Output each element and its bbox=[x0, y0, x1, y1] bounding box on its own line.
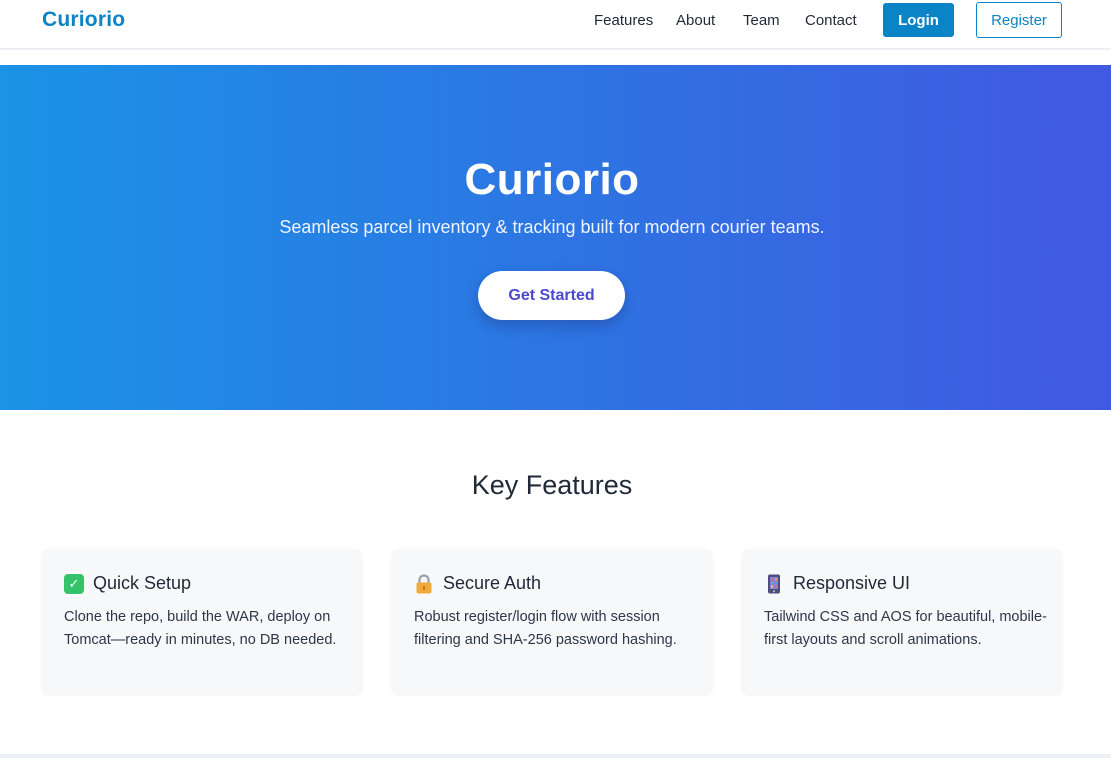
feature-card-quick-setup: ✓ Quick Setup Clone the repo, build the … bbox=[42, 549, 362, 694]
nav-link-team[interactable]: Team bbox=[743, 12, 780, 29]
feature-card-description: Robust register/login flow with session … bbox=[414, 609, 677, 648]
hero-subtitle: Seamless parcel inventory & tracking bui… bbox=[279, 217, 825, 237]
mobile-phone-icon bbox=[764, 574, 784, 594]
hero-section: Curiorio Seamless parcel inventory & tra… bbox=[0, 65, 1111, 410]
feature-card-title: Quick Setup bbox=[93, 573, 192, 593]
nav-link-about[interactable]: About bbox=[676, 12, 715, 29]
feature-card-description: Clone the repo, build the WAR, deploy on… bbox=[64, 609, 337, 648]
feature-card-title: Secure Auth bbox=[443, 573, 542, 593]
login-button[interactable]: Login bbox=[883, 3, 954, 37]
feature-card-header: Responsive UI bbox=[764, 573, 910, 594]
get-started-button[interactable]: Get Started bbox=[478, 271, 625, 320]
feature-card-responsive-ui: Responsive UI Tailwind CSS and AOS for b… bbox=[742, 549, 1062, 694]
nav-link-features[interactable]: Features bbox=[594, 12, 653, 29]
lock-icon bbox=[414, 573, 434, 594]
feature-card-secure-auth: Secure Auth Robust register/login flow w… bbox=[392, 549, 712, 694]
brand-logo[interactable]: Curiorio bbox=[42, 8, 125, 32]
footer-divider bbox=[0, 754, 1111, 758]
feature-card-header: Secure Auth bbox=[414, 573, 541, 594]
feature-card-header: ✓ Quick Setup bbox=[64, 573, 191, 594]
hero-title: Curiorio bbox=[464, 155, 640, 204]
register-button[interactable]: Register bbox=[976, 2, 1062, 38]
check-mark-icon: ✓ bbox=[64, 573, 84, 594]
nav-link-contact[interactable]: Contact bbox=[805, 12, 857, 29]
feature-card-description: Tailwind CSS and AOS for beautiful, mobi… bbox=[764, 609, 1047, 648]
feature-card-title: Responsive UI bbox=[793, 573, 911, 593]
top-navbar: Curiorio Features About Team Contact Log… bbox=[0, 0, 1111, 50]
features-heading: Key Features bbox=[471, 470, 633, 500]
